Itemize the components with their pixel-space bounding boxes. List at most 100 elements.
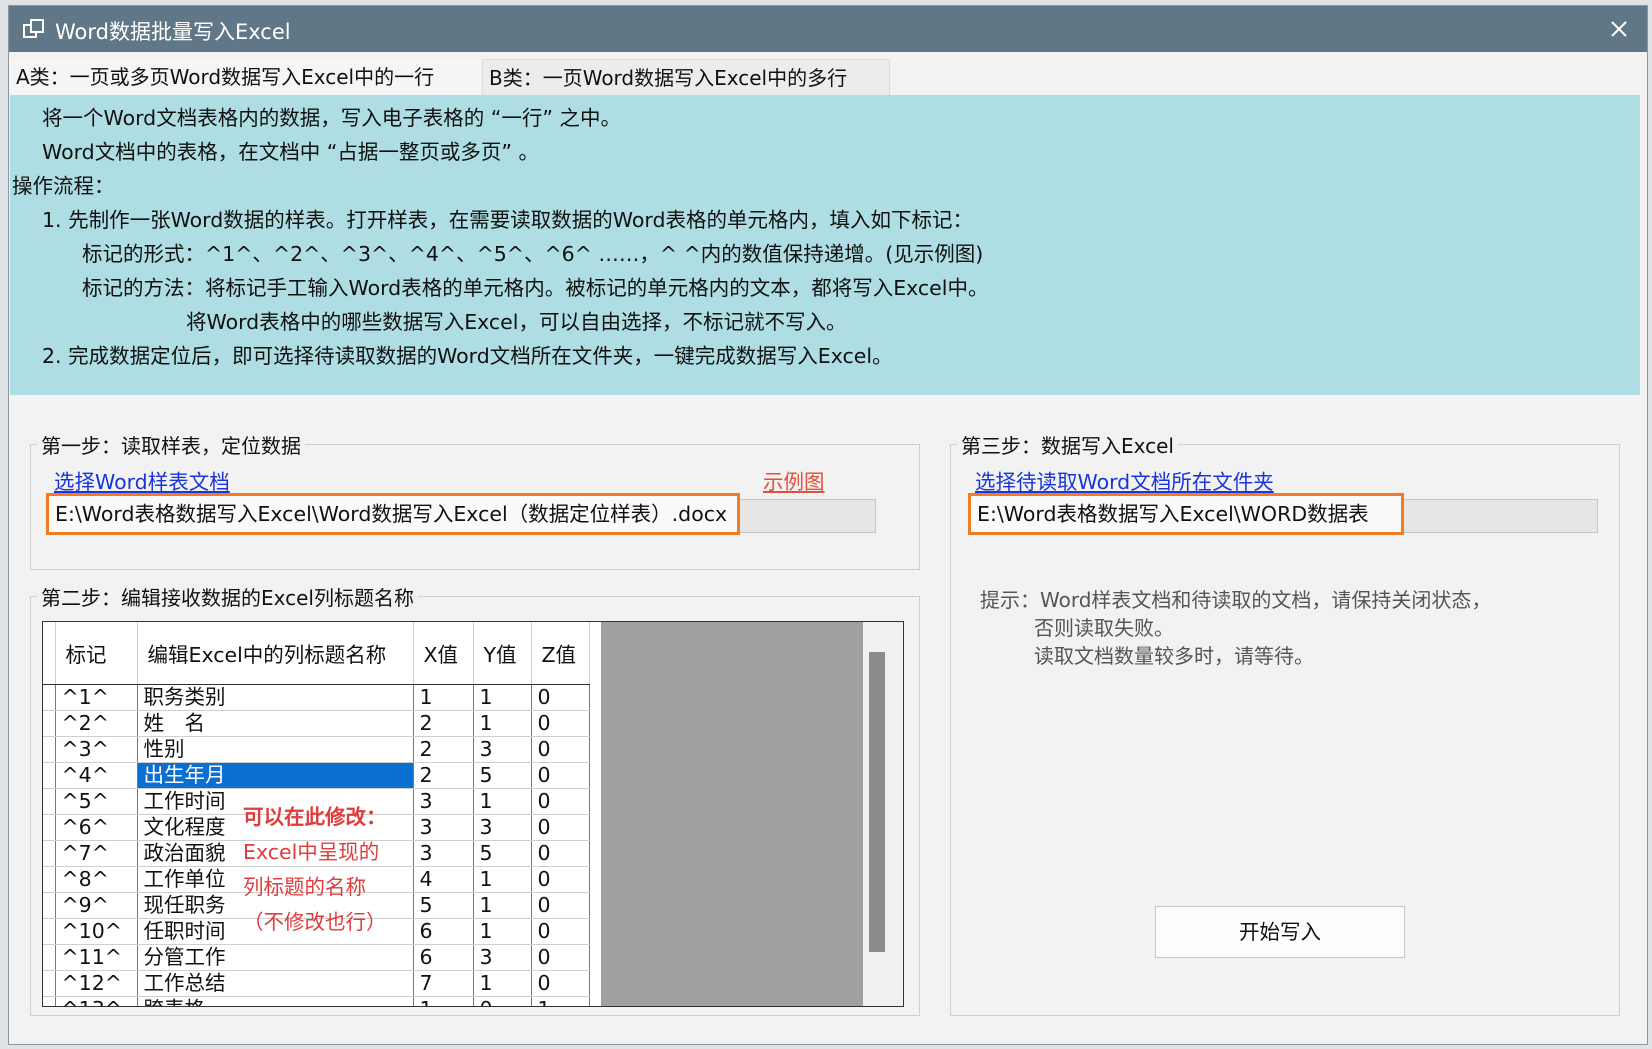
- tip-line: 否则读取失败。: [1034, 616, 1174, 640]
- cell-z: 0: [531, 684, 590, 711]
- title-bar: Word数据批量写入Excel: [9, 6, 1647, 52]
- column-header-x: X值: [413, 622, 474, 685]
- row-header-cell: [43, 788, 56, 815]
- cell-title[interactable]: 姓 名: [137, 710, 414, 737]
- step1-legend: 第一步：读取样表，定位数据: [41, 434, 301, 458]
- select-sample-link[interactable]: 选择Word样表文档: [54, 465, 230, 495]
- desc-line: 1. 先制作一张Word数据的样表。打开样表，在需要读取数据的Word表格的单元…: [42, 208, 973, 232]
- annotation-text: 列标题的名称: [243, 875, 366, 899]
- cell-mark: ^7^: [55, 840, 138, 867]
- cell-y: 3: [473, 944, 532, 971]
- cell-z: 0: [531, 814, 590, 841]
- cell-z: 0: [531, 866, 590, 893]
- desc-line: 将Word表格中的哪些数据写入Excel，可以自由选择，不标记就不写入。: [186, 310, 847, 334]
- table-row[interactable]: ^3^ 性别 2 3 0: [43, 736, 590, 763]
- description-panel: 将一个Word文档表格内的数据，写入电子表格的 “一行” 之中。 Word文档中…: [10, 95, 1640, 395]
- cell-y: 1: [473, 918, 532, 945]
- table-row[interactable]: ^12^ 工作总结 7 1 0: [43, 970, 590, 997]
- cell-mark: ^10^: [55, 918, 138, 945]
- row-header-cell: [43, 970, 56, 997]
- tip-line: 读取文档数量较多时，请等待。: [1034, 644, 1314, 668]
- cell-z: 0: [531, 970, 590, 997]
- table-row[interactable]: ^1^ 职务类别 1 1 0: [43, 684, 590, 711]
- cell-x: 4: [413, 866, 474, 893]
- table-row[interactable]: ^4^ 出生年月 2 5 0: [43, 762, 590, 789]
- row-header-cell: [43, 866, 56, 893]
- row-header-cell: [43, 736, 56, 763]
- desc-line: Word文档中的表格，在文档中 “占据一整页或多页” 。: [42, 140, 539, 164]
- cell-y: 3: [473, 814, 532, 841]
- cell-mark: ^4^: [55, 762, 138, 789]
- cell-x: 3: [413, 814, 474, 841]
- row-header-cell: [43, 762, 56, 789]
- select-folder-link[interactable]: 选择待读取Word文档所在文件夹: [975, 465, 1274, 495]
- cell-mark: ^3^: [55, 736, 138, 763]
- cell-y: 1: [473, 788, 532, 815]
- table-row[interactable]: ^11^ 分管工作 6 3 0: [43, 944, 590, 971]
- window-title: Word数据批量写入Excel: [55, 20, 291, 44]
- cell-title[interactable]: 职务类别: [137, 684, 414, 711]
- column-grid[interactable]: 标记 编辑Excel中的列标题名称 X值 Y值 Z值 ^1^ 职务类别 1 1 0 ^2^…: [42, 621, 904, 1007]
- cell-z: 0: [531, 710, 590, 737]
- cell-y: 1: [473, 866, 532, 893]
- cell-y: 1: [473, 892, 532, 919]
- step2-legend: 第二步：编辑接收数据的Excel列标题名称: [41, 586, 414, 610]
- row-header-cell: [43, 814, 56, 841]
- cell-y: 5: [473, 840, 532, 867]
- cell-mark: ^8^: [55, 866, 138, 893]
- cell-x: 5: [413, 892, 474, 919]
- cell-z: 0: [531, 944, 590, 971]
- tab-a[interactable]: A类：一页或多页Word数据写入Excel中的一行: [10, 59, 480, 95]
- cell-z: 0: [531, 892, 590, 919]
- cell-x: 1: [413, 996, 474, 1006]
- cell-z: 0: [531, 840, 590, 867]
- cell-mark: ^11^: [55, 944, 138, 971]
- step3-legend: 第三步：数据写入Excel: [961, 434, 1174, 458]
- cell-y: 1: [473, 970, 532, 997]
- cell-x: 3: [413, 788, 474, 815]
- scrollbar-thumb[interactable]: [869, 652, 885, 952]
- cell-x: 2: [413, 710, 474, 737]
- app-icon: [23, 19, 44, 38]
- start-write-button[interactable]: 开始写入: [1155, 906, 1405, 958]
- table-header-row: 标记 编辑Excel中的列标题名称 X值 Y值 Z值: [43, 622, 590, 685]
- annotation-text: （不修改也行）: [243, 910, 387, 934]
- column-header-mark: 标记: [55, 622, 138, 685]
- desc-line: 标记的形式：^1^、^2^、^3^、^4^、^5^、^6^ ……，^ ^内的数值…: [82, 242, 984, 266]
- cell-mark: ^2^: [55, 710, 138, 737]
- cell-mark: ^5^: [55, 788, 138, 815]
- annotation-text: Excel中呈现的: [243, 840, 380, 864]
- cell-mark: ^12^: [55, 970, 138, 997]
- cell-x: 3: [413, 840, 474, 867]
- row-header-corner: [43, 622, 56, 685]
- cell-title[interactable]: 性别: [137, 736, 414, 763]
- cell-y: 5: [473, 762, 532, 789]
- cell-y: 1: [473, 684, 532, 711]
- table-row[interactable]: ^13^跨表格101: [43, 996, 590, 1006]
- column-header-y: Y值: [473, 622, 532, 685]
- cell-x: 1: [413, 684, 474, 711]
- cell-z: 0: [531, 788, 590, 815]
- column-header-title: 编辑Excel中的列标题名称: [137, 622, 414, 685]
- cell-title[interactable]: 出生年月: [137, 762, 414, 789]
- folder-path-text[interactable]: E:\Word表格数据写入Excel\WORD数据表: [968, 493, 1404, 535]
- cell-title[interactable]: 跨表格: [137, 996, 414, 1006]
- table-row[interactable]: ^2^ 姓 名210: [43, 710, 590, 737]
- desc-line: 标记的方法：将标记手工输入Word表格的单元格内。被标记的单元格内的文本，都将写…: [82, 276, 989, 300]
- sample-path-text[interactable]: E:\Word表格数据写入Excel\Word数据写入Excel（数据定位样表）…: [46, 493, 740, 535]
- tip-line: 提示：Word样表文档和待读取的文档，请保持关闭状态，: [980, 588, 1492, 612]
- example-image-link[interactable]: 示例图: [763, 465, 825, 495]
- close-icon[interactable]: [1605, 15, 1633, 43]
- desc-line: 操作流程：: [12, 174, 115, 198]
- row-header-cell: [43, 840, 56, 867]
- cell-title[interactable]: 分管工作: [137, 944, 414, 971]
- row-header-cell: [43, 684, 56, 711]
- cell-y: 3: [473, 736, 532, 763]
- tab-b[interactable]: B类：一页Word数据写入Excel中的多行: [482, 59, 890, 95]
- cell-y: 1: [473, 710, 532, 737]
- cell-x: 2: [413, 762, 474, 789]
- cell-z: 1: [531, 996, 590, 1006]
- cell-mark: ^1^: [55, 684, 138, 711]
- cell-title[interactable]: 工作总结: [137, 970, 414, 997]
- cell-mark: ^9^: [55, 892, 138, 919]
